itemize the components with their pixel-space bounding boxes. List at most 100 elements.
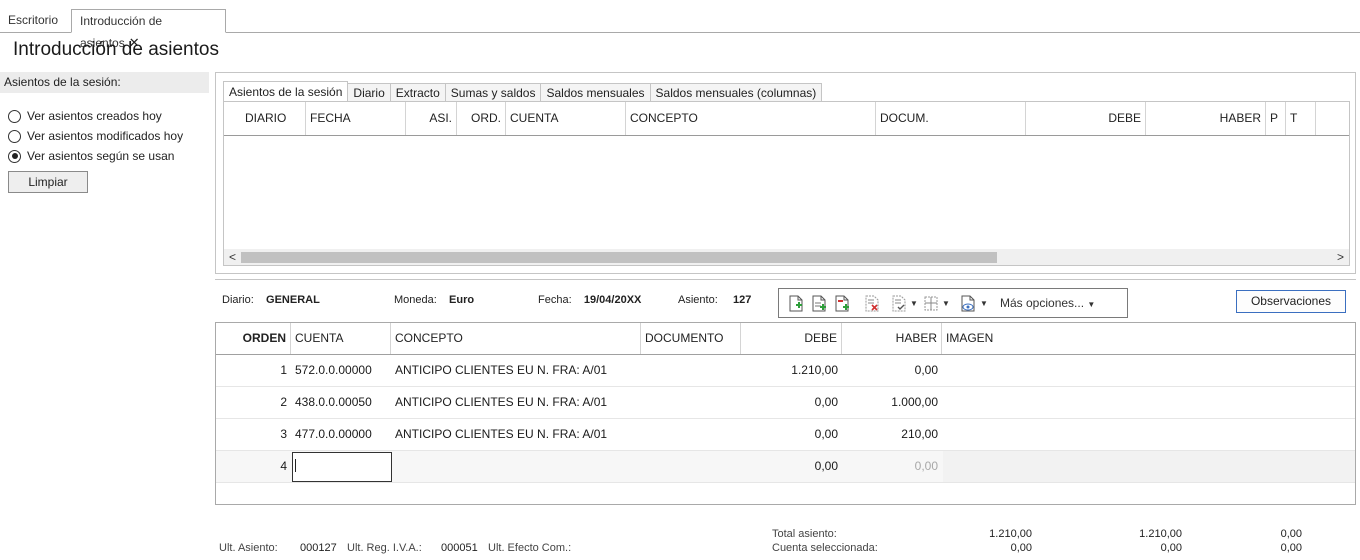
asiento-value: 127: [733, 294, 752, 306]
moneda-value: Euro: [449, 294, 475, 306]
col-cuenta[interactable]: CUENTA: [291, 323, 391, 354]
cuenta-haber: 0,00: [1160, 542, 1182, 554]
col-asi[interactable]: ASI.: [406, 102, 457, 135]
tab-sumas-saldos[interactable]: Sumas y saldos: [445, 83, 542, 102]
horizontal-scrollbar[interactable]: < >: [224, 249, 1349, 265]
col-debe[interactable]: DEBE: [741, 323, 842, 354]
col-orden[interactable]: ORDEN: [216, 323, 291, 354]
scroll-right-icon[interactable]: >: [1337, 249, 1344, 265]
table-row[interactable]: 1 572.0.0.00000 ANTICIPO CLIENTES EU N. …: [216, 355, 1355, 387]
cuenta-edit-input[interactable]: [292, 452, 392, 482]
col-haber[interactable]: HABER: [1146, 102, 1266, 135]
observaciones-button[interactable]: Observaciones: [1236, 290, 1346, 313]
cell-cuenta[interactable]: 572.0.0.00000: [291, 355, 391, 386]
cell-debe[interactable]: 0,00: [741, 451, 842, 482]
tab-extracto[interactable]: Extracto: [390, 83, 446, 102]
diario-info: Diario: GENERAL: [222, 294, 320, 306]
tab-escritorio-label: Escritorio: [8, 13, 59, 27]
radio-label: Ver asientos modificados hoy: [27, 129, 184, 143]
cell-concepto[interactable]: ANTICIPO CLIENTES EU N. FRA: A/01: [391, 419, 641, 450]
insert-line-icon[interactable]: [835, 295, 849, 312]
session-entries-grid[interactable]: DIARIO FECHA ASI. ORD. CUENTA CONCEPTO D…: [223, 101, 1350, 266]
cuenta-saldo: 0,00: [1280, 542, 1302, 554]
delete-entry-icon[interactable]: [865, 295, 879, 312]
col-documento[interactable]: DOCUMENTO: [641, 323, 741, 354]
col-concepto[interactable]: CONCEPTO: [626, 102, 876, 135]
diario-label: Diario:: [222, 294, 254, 306]
radio-as-used[interactable]: Ver asientos según se usan: [8, 147, 174, 165]
cell-haber[interactable]: 0,00: [842, 451, 942, 482]
col-debe[interactable]: DEBE: [1026, 102, 1146, 135]
asiento-label: Asiento:: [678, 294, 718, 306]
new-entry-icon[interactable]: [789, 295, 803, 312]
ult-asiento-value: 000127: [300, 542, 337, 554]
col-concepto[interactable]: CONCEPTO: [391, 323, 641, 354]
total-saldo: 0,00: [1280, 528, 1302, 540]
table-row[interactable]: 3 477.0.0.00000 ANTICIPO CLIENTES EU N. …: [216, 419, 1355, 451]
tab-saldos-mensuales-columnas[interactable]: Saldos mensuales (columnas): [650, 83, 823, 102]
cell-imagen-disabled: [943, 451, 1355, 482]
chevron-down-icon: ▼: [1087, 300, 1096, 309]
entry-lines-grid[interactable]: ORDEN CUENTA CONCEPTO DOCUMENTO DEBE HAB…: [215, 322, 1356, 505]
scroll-left-icon[interactable]: <: [229, 249, 236, 265]
text-caret: [295, 459, 296, 472]
chevron-down-icon[interactable]: ▼: [980, 299, 988, 308]
col-t[interactable]: T: [1286, 102, 1316, 135]
radio-unchecked-icon[interactable]: [8, 109, 21, 123]
table-row[interactable]: 2 438.0.0.00050 ANTICIPO CLIENTES EU N. …: [216, 387, 1355, 419]
col-diario[interactable]: DIARIO: [224, 102, 306, 135]
radio-created-today[interactable]: Ver asientos creados hoy: [8, 107, 162, 125]
scrollbar-thumb[interactable]: [241, 252, 997, 263]
col-cuenta[interactable]: CUENTA: [506, 102, 626, 135]
cell-orden: 2: [280, 395, 287, 409]
ult-iva-label: Ult. Reg. I.V.A.:: [347, 542, 422, 554]
cell-haber[interactable]: 210,00: [842, 419, 942, 450]
cell-cuenta[interactable]: 477.0.0.00000: [291, 419, 391, 450]
col-fecha[interactable]: FECHA: [306, 102, 406, 135]
window-tab-bar: Escritorio Introducción de asientos ✕: [0, 0, 1360, 50]
panel-divider[interactable]: [215, 279, 1356, 280]
fecha-info: Fecha: 19/04/20XX: [538, 294, 641, 306]
fecha-label: Fecha:: [538, 294, 572, 306]
tab-escritorio[interactable]: Escritorio: [0, 9, 66, 33]
cell-concepto[interactable]: ANTICIPO CLIENTES EU N. FRA: A/01: [391, 387, 641, 418]
split-view-icon[interactable]: [924, 295, 938, 312]
cell-cuenta[interactable]: 438.0.0.00050: [291, 387, 391, 418]
entry-toolbar: ▼ ▼ ▼ Más opciones... ▼: [778, 288, 1128, 318]
ult-efecto-label: Ult. Efecto Com.:: [488, 542, 572, 554]
page-title: Introducción de asientos: [13, 39, 219, 60]
cell-concepto[interactable]: ANTICIPO CLIENTES EU N. FRA: A/01: [391, 355, 641, 386]
cell-debe[interactable]: 0,00: [741, 419, 842, 450]
tab-introduccion-asientos[interactable]: Introducción de asientos ✕: [71, 9, 226, 50]
radio-checked-icon[interactable]: [8, 149, 21, 163]
cell-debe[interactable]: 1.210,00: [741, 355, 842, 386]
tab-diario[interactable]: Diario: [348, 83, 391, 102]
col-imagen[interactable]: IMAGEN: [942, 323, 1002, 354]
check-entry-icon[interactable]: [892, 295, 906, 312]
col-docum[interactable]: DOCUM.: [876, 102, 1026, 135]
fecha-value: 19/04/20XX: [583, 294, 642, 306]
radio-unchecked-icon[interactable]: [8, 129, 21, 143]
cell-haber[interactable]: 0,00: [842, 355, 942, 386]
cell-debe[interactable]: 0,00: [741, 387, 842, 418]
cell-orden: 1: [280, 363, 287, 377]
cell-orden: 3: [280, 427, 287, 441]
browser-tabs: Asientos de la sesión Diario Extracto Su…: [223, 81, 823, 102]
chevron-down-icon[interactable]: ▼: [910, 299, 918, 308]
cell-haber[interactable]: 1.000,00: [842, 387, 942, 418]
preview-icon[interactable]: [961, 295, 975, 312]
col-haber[interactable]: HABER: [842, 323, 942, 354]
tab-saldos-mensuales[interactable]: Saldos mensuales: [541, 83, 651, 102]
chevron-down-icon[interactable]: ▼: [942, 299, 950, 308]
col-ord[interactable]: ORD.: [457, 102, 506, 135]
more-options-menu[interactable]: Más opciones... ▼: [1000, 296, 1095, 310]
new-entry-row[interactable]: 4 0,00 0,00: [216, 451, 1355, 483]
duplicate-entry-icon[interactable]: [812, 295, 826, 312]
radio-modified-today[interactable]: Ver asientos modificados hoy: [8, 127, 183, 145]
moneda-label: Moneda:: [394, 294, 437, 306]
clear-button[interactable]: Limpiar: [8, 171, 88, 193]
diario-value: GENERAL: [266, 294, 320, 306]
tab-asientos-sesion[interactable]: Asientos de la sesión: [223, 81, 349, 102]
col-p[interactable]: P: [1266, 102, 1286, 135]
ult-asiento-label: Ult. Asiento:: [219, 542, 278, 554]
